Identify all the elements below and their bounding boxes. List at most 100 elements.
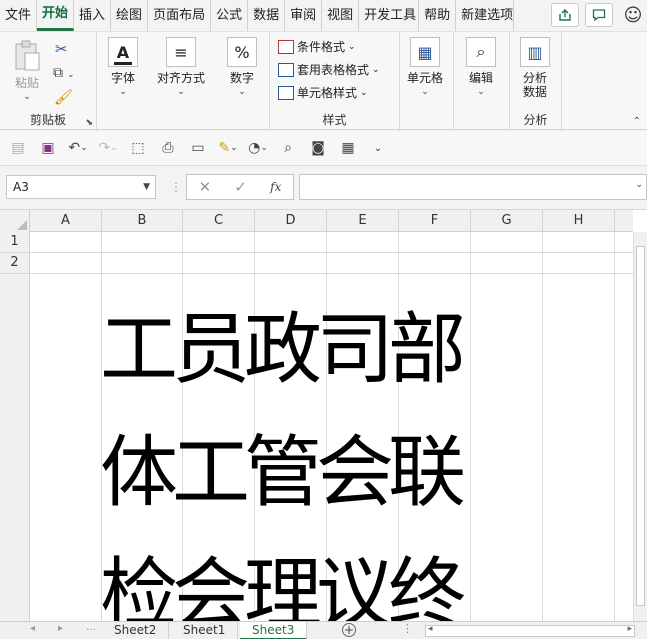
dialog-launcher-icon[interactable]: ⬊ — [85, 118, 93, 128]
redo-icon[interactable]: ↷ ⌄ — [98, 138, 118, 158]
format-painter-icon[interactable]: 🖌 — [54, 88, 73, 106]
chevron-down-icon: ⌄ — [119, 87, 127, 97]
tab-split-grip[interactable]: ⋮ — [402, 622, 413, 635]
select-all-button[interactable] — [0, 210, 30, 232]
customize-toolbar-icon[interactable]: ⌄ — [368, 138, 388, 158]
row-header-1[interactable]: 1 — [0, 232, 30, 253]
expand-formula-icon[interactable]: ⌄ — [635, 180, 643, 190]
scroll-right-arrow-icon[interactable]: ▸ — [627, 624, 632, 634]
highlight-color-icon[interactable]: ✎ ⌄ — [218, 138, 238, 158]
undo-icon[interactable]: ↶ ⌄ — [68, 138, 88, 158]
column-header-h[interactable]: H — [543, 210, 615, 232]
tab-insert[interactable]: 插入 — [74, 0, 112, 31]
tab-draw[interactable]: 绘图 — [111, 0, 149, 31]
font-icon: A — [108, 37, 138, 67]
conditional-format-label: 条件格式 — [297, 40, 346, 54]
tab-data[interactable]: 数据 — [248, 0, 286, 31]
column-header-e[interactable]: E — [327, 210, 399, 232]
confirm-icon[interactable]: ✓ — [234, 178, 247, 196]
form-icon[interactable]: ▤ — [8, 138, 28, 158]
column-header-b[interactable]: B — [102, 210, 183, 232]
shapes-icon[interactable]: ◔ ⌄ — [248, 138, 268, 158]
tab-page-layout[interactable]: 页面布局 — [148, 0, 212, 31]
tab-new-options[interactable]: 新建选项 — [456, 0, 515, 31]
comments-button[interactable] — [585, 3, 613, 27]
search-icon: ⌕ — [466, 37, 496, 67]
menu-bar: 文件 开始 插入 绘图 页面布局 公式 数据 审阅 视图 开发工具 帮助 新建选… — [0, 0, 647, 31]
tab-help[interactable]: 帮助 — [419, 0, 457, 31]
conditional-format-button[interactable]: 条件格式 ⌄ — [278, 38, 356, 55]
analyze-data-button[interactable]: ▥ 分析 数据 — [520, 37, 550, 99]
row-header-2[interactable]: 2 — [0, 253, 30, 274]
editing-group: ⌕ 编辑 ⌄ — [454, 32, 510, 131]
worksheet-grid[interactable]: A B C D E F G H 1 2 工员政司部 体工管会联 检会理议终 — [0, 210, 647, 621]
clipboard-group: 粘贴 ⌄ ✂ ⧉ ⌄ 🖌 剪贴板 ⬊ — [0, 32, 97, 131]
cell-text-line-3: 检会理议终 — [100, 550, 466, 621]
column-header-c[interactable]: C — [183, 210, 255, 232]
save-icon[interactable]: ▣ — [38, 138, 58, 158]
insert-function-button[interactable]: fx — [270, 180, 281, 194]
cut-icon[interactable]: ✂ — [55, 40, 68, 58]
editing-button[interactable]: ⌕ 编辑 ⌄ — [466, 37, 496, 97]
alignment-label: 对齐方式 — [157, 71, 206, 85]
add-sheet-button[interactable]: + — [342, 623, 356, 637]
chevron-down-icon: ⌄ — [477, 87, 485, 97]
cells-label: 单元格 — [407, 71, 444, 85]
chevron-down-icon: ⌄ — [177, 87, 185, 97]
tab-home[interactable]: 开始 — [37, 0, 75, 31]
tab-review[interactable]: 审阅 — [285, 0, 323, 31]
tab-formulas[interactable]: 公式 — [211, 0, 249, 31]
number-label: 数字 — [229, 71, 254, 85]
column-header-a[interactable]: A — [30, 210, 102, 232]
chevron-down-icon: ⌄ — [238, 87, 246, 97]
sheet-list-icon[interactable]: … — [86, 622, 96, 633]
sheet-tab-sheet3[interactable]: Sheet3 — [240, 622, 308, 639]
chevron-down-icon: ⌄ — [421, 87, 429, 97]
zoom-icon[interactable]: ⌕ — [278, 138, 298, 158]
calculator-icon[interactable]: ▦ — [338, 138, 358, 158]
alignment-group: ≡ 对齐方式 ⌄ — [152, 32, 216, 131]
horizontal-scrollbar[interactable]: ◂ ▸ — [425, 624, 635, 637]
column-header-g[interactable]: G — [471, 210, 543, 232]
scroll-right-icon[interactable]: ▸ — [58, 623, 63, 634]
cell-styles-button[interactable]: 单元格样式 ⌄ — [278, 84, 368, 101]
vertical-scroll-thumb[interactable] — [636, 246, 645, 606]
name-box[interactable]: A3 ▼ — [6, 175, 156, 199]
column-header-f[interactable]: F — [399, 210, 471, 232]
collapse-ribbon-icon[interactable]: ⌃ — [633, 116, 641, 127]
comment-add-icon[interactable]: ⬚ — [128, 138, 148, 158]
copy-icon[interactable]: ⧉ ⌄ — [53, 65, 75, 81]
sheet-tab-sheet1[interactable]: Sheet1 — [171, 622, 239, 639]
number-button[interactable]: % 数字 ⌄ — [227, 37, 257, 97]
cells-button[interactable]: ▦ 单元格 ⌄ — [407, 37, 443, 97]
formula-bar-grip[interactable]: ⋮ — [170, 180, 182, 194]
vertical-scrollbar[interactable] — [633, 232, 647, 621]
ribbon: 粘贴 ⌄ ✂ ⧉ ⌄ 🖌 剪贴板 ⬊ A 字体 ⌄ ≡ 对齐方式 ⌄ % 数字 ⌄ — [0, 31, 647, 131]
scroll-left-icon[interactable]: ◂ — [30, 623, 35, 634]
menubar-actions: ☺ — [551, 3, 647, 27]
print-preview-icon[interactable]: ⎙ — [158, 138, 178, 158]
font-button[interactable]: A 字体 ⌄ — [108, 37, 138, 97]
cancel-icon[interactable]: ✕ — [199, 178, 212, 196]
tab-file[interactable]: 文件 — [0, 0, 38, 31]
tab-developer[interactable]: 开发工具 — [359, 0, 420, 31]
alignment-button[interactable]: ≡ 对齐方式 ⌄ — [157, 37, 205, 97]
sheet-tab-sheet2[interactable]: Sheet2 — [102, 622, 170, 639]
scroll-left-arrow-icon[interactable]: ◂ — [428, 624, 433, 634]
clipboard-icon — [15, 40, 40, 71]
cell-styles-label: 单元格样式 — [297, 86, 358, 100]
chevron-down-icon: ⌄ — [23, 92, 31, 102]
conditional-format-icon — [278, 39, 294, 54]
open-folder-icon[interactable]: ▭ — [188, 138, 208, 158]
format-as-table-button[interactable]: 套用表格格式 ⌄ — [278, 61, 380, 78]
formula-input[interactable]: ⌄ — [299, 174, 647, 200]
smiley-icon[interactable]: ☺ — [619, 3, 647, 27]
tab-view[interactable]: 视图 — [322, 0, 360, 31]
paste-button[interactable]: 粘贴 ⌄ — [12, 40, 42, 102]
camera-icon[interactable]: ◙ — [308, 138, 328, 158]
row-header-3[interactable] — [0, 274, 30, 621]
share-button[interactable] — [551, 3, 579, 27]
chevron-down-icon[interactable]: ▼ — [143, 176, 150, 198]
column-header-d[interactable]: D — [255, 210, 327, 232]
gridline — [30, 273, 633, 274]
